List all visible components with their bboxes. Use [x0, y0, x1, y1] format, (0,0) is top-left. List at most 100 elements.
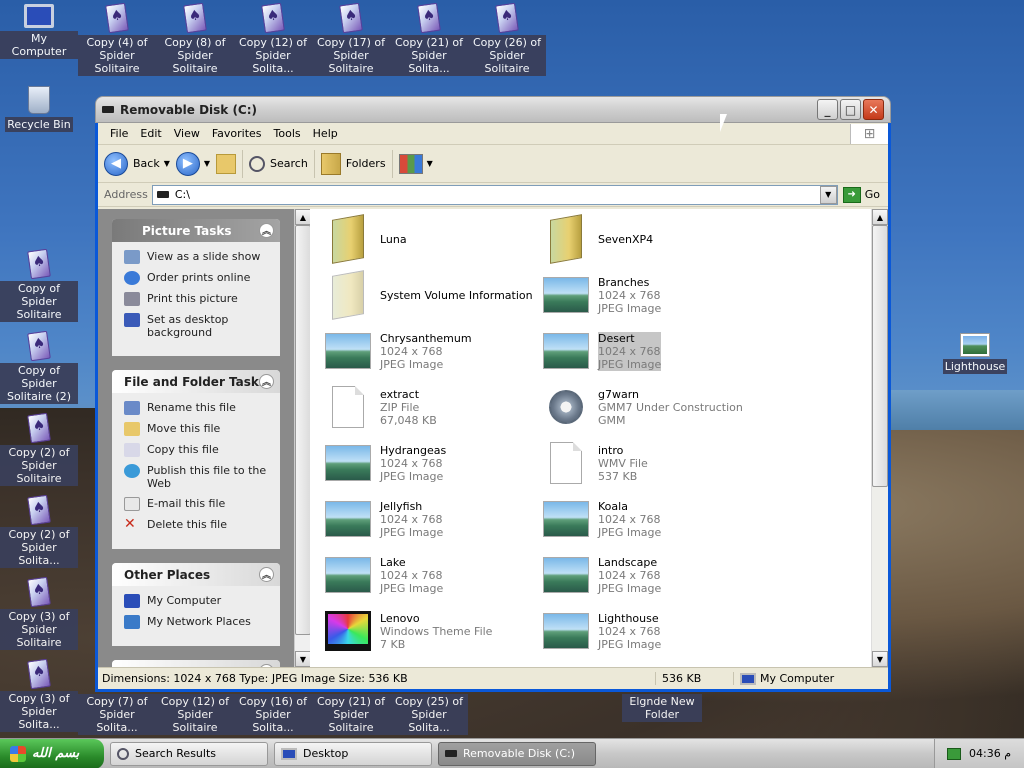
- safely-remove-hardware-icon[interactable]: [947, 747, 961, 760]
- file-item[interactable]: g7warn GMM7 Under Construction GMM: [542, 381, 752, 433]
- desktop-icon-lighthouse[interactable]: Lighthouse: [936, 334, 1014, 374]
- desktop-icon-recycle-bin[interactable]: Recycle Bin: [0, 86, 78, 132]
- views-icon[interactable]: [398, 153, 423, 174]
- back-button[interactable]: Back: [133, 157, 160, 170]
- scroll-down-arrow[interactable]: ▼: [295, 651, 311, 667]
- search-icon[interactable]: [249, 155, 266, 172]
- start-button[interactable]: بسم الله: [0, 738, 104, 768]
- file-icon-wrap: [542, 495, 590, 543]
- desktop-icon-spider-copy[interactable]: Copy (17) of Spider Solitaire: [312, 2, 390, 76]
- file-detail: ZIP File: [380, 400, 420, 414]
- menu-edit[interactable]: Edit: [134, 127, 167, 140]
- file-list-scrollbar[interactable]: ▲ ▼: [871, 209, 888, 667]
- scroll-thumb[interactable]: [872, 225, 888, 487]
- task-slideshow[interactable]: View as a slide show: [124, 250, 276, 264]
- file-item[interactable]: System Volume Information: [324, 269, 534, 321]
- views-dropdown-icon[interactable]: ▼: [427, 159, 433, 168]
- forward-arrow-icon[interactable]: ▶: [175, 151, 200, 176]
- taskbar-item-removable-disk[interactable]: Removable Disk (C:): [438, 741, 596, 766]
- task-move[interactable]: Move this file: [124, 422, 276, 436]
- file-item[interactable]: Desert 1024 x 768 JPEG Image: [542, 325, 752, 377]
- menu-favorites[interactable]: Favorites: [206, 127, 268, 140]
- other-places-header[interactable]: Other Places ︽: [112, 563, 280, 586]
- desktop-icon-spider-copy[interactable]: Copy (3) of Spider Solitaire: [0, 576, 78, 650]
- menu-help[interactable]: Help: [307, 127, 344, 140]
- menu-tools[interactable]: Tools: [268, 127, 307, 140]
- file-item[interactable]: intro WMV File 537 KB: [542, 437, 752, 489]
- desktop-icon-spider-copy[interactable]: Copy (12) of Spider Solita...: [234, 2, 312, 76]
- file-tasks-header[interactable]: File and Folder Tasks ︽: [112, 370, 280, 393]
- task-copy[interactable]: Copy this file: [124, 443, 276, 457]
- desktop-icon-spider-copy[interactable]: Copy (3) of Spider Solita...: [0, 658, 78, 732]
- desktop-icon-spider-copy[interactable]: Copy (2) of Spider Solita...: [0, 494, 78, 568]
- collapse-icon[interactable]: ︽: [259, 374, 274, 389]
- status-size: 536 KB: [655, 672, 733, 685]
- file-item[interactable]: Lighthouse 1024 x 768 JPEG Image: [542, 605, 752, 657]
- desktop-icon-spider-copy[interactable]: Copy (7) of Spider Solita...: [78, 694, 156, 735]
- collapse-icon[interactable]: ︽: [259, 223, 274, 238]
- back-dropdown-icon[interactable]: ▼: [164, 159, 170, 168]
- task-pane-scrollbar[interactable]: ▲ ▼: [294, 209, 311, 667]
- task-print-picture[interactable]: Print this picture: [124, 292, 276, 306]
- file-item[interactable]: Lenovo Windows Theme File 7 KB: [324, 605, 534, 657]
- folders-button[interactable]: Folders: [346, 157, 386, 170]
- task-delete[interactable]: ✕ Delete this file: [124, 517, 276, 532]
- file-item[interactable]: Hydrangeas 1024 x 768 JPEG Image: [324, 437, 534, 489]
- file-item[interactable]: Landscape 1024 x 768 JPEG Image: [542, 549, 752, 601]
- file-item[interactable]: Chrysanthemum 1024 x 768 JPEG Image: [324, 325, 534, 377]
- folders-icon[interactable]: [320, 152, 341, 175]
- desktop-icon-spider-copy[interactable]: Copy (16) of Spider Solita...: [234, 694, 312, 735]
- task-order-prints[interactable]: Order prints online: [124, 271, 276, 285]
- task-publish[interactable]: Publish this file to the Web: [124, 464, 276, 490]
- file-item[interactable]: Jellyfish 1024 x 768 JPEG Image: [324, 493, 534, 545]
- maximize-button[interactable]: □: [840, 99, 861, 120]
- scroll-down-arrow[interactable]: ▼: [872, 651, 888, 667]
- desktop-icon-spider-copy[interactable]: Copy (25) of Spider Solita...: [390, 694, 468, 735]
- scroll-thumb[interactable]: [295, 225, 311, 635]
- desktop-icon-spider-copy[interactable]: Copy of Spider Solitaire: [0, 248, 78, 322]
- taskbar-item-desktop[interactable]: Desktop: [274, 741, 432, 766]
- details-header[interactable]: ︾: [112, 660, 280, 667]
- desktop-icon-spider-copy[interactable]: Copy (21) of Spider Solitaire: [312, 694, 390, 735]
- file-item[interactable]: SevenXP4: [542, 213, 752, 265]
- desktop-icon-spider-copy[interactable]: Copy (4) of Spider Solitaire: [78, 2, 156, 76]
- go-button[interactable]: ➜ Go: [839, 186, 888, 203]
- close-button[interactable]: ✕: [863, 99, 884, 120]
- desktop-icon-spider-copy[interactable]: Copy (26) of Spider Solitaire: [468, 2, 546, 76]
- picture-tasks-header[interactable]: Picture Tasks ︽: [112, 219, 280, 242]
- file-icon-wrap: [542, 214, 590, 264]
- desktop-icon-my-computer[interactable]: My Computer: [0, 4, 78, 59]
- file-item[interactable]: Koala 1024 x 768 JPEG Image: [542, 493, 752, 545]
- taskbar-item-search-results[interactable]: Search Results: [110, 741, 268, 766]
- task-email[interactable]: E-mail this file: [124, 497, 276, 511]
- task-set-background[interactable]: Set as desktop background: [124, 313, 276, 339]
- file-item[interactable]: Luna: [324, 213, 534, 265]
- task-rename[interactable]: Rename this file: [124, 401, 276, 415]
- desktop-icon-spider-copy[interactable]: Copy (8) of Spider Solitaire: [156, 2, 234, 76]
- scroll-up-arrow[interactable]: ▲: [872, 209, 888, 225]
- desktop-icon-spider-copy[interactable]: Copy of Spider Solitaire (2): [0, 330, 78, 404]
- menu-file[interactable]: File: [104, 127, 134, 140]
- file-item[interactable]: Branches 1024 x 768 JPEG Image: [542, 269, 752, 321]
- title-bar[interactable]: Removable Disk (C:) _ □ ✕: [95, 96, 891, 123]
- search-button[interactable]: Search: [270, 157, 308, 170]
- desktop-icon-spider-copy[interactable]: Copy (21) of Spider Solita...: [390, 2, 468, 76]
- scroll-up-arrow[interactable]: ▲: [295, 209, 311, 225]
- forward-dropdown-icon[interactable]: ▼: [204, 159, 210, 168]
- back-arrow-icon[interactable]: ◀: [104, 151, 128, 176]
- desktop-icon-spider-copy[interactable]: Copy (2) of Spider Solitaire: [0, 412, 78, 486]
- address-dropdown-icon[interactable]: ▼: [819, 185, 837, 204]
- place-my-computer[interactable]: My Computer: [124, 594, 276, 608]
- clock[interactable]: 04:36 م: [969, 747, 1011, 760]
- desktop-icon-spider-copy[interactable]: Copy (12) of Spider Solitaire: [156, 694, 234, 735]
- file-icon-wrap: [324, 495, 372, 543]
- minimize-button[interactable]: _: [817, 99, 838, 120]
- up-folder-icon[interactable]: [216, 153, 237, 174]
- address-input[interactable]: C:\: [151, 184, 838, 205]
- collapse-icon[interactable]: ︽: [259, 567, 274, 582]
- desktop-icon-new-folder[interactable]: Elgnde New Folder: [622, 694, 702, 722]
- file-item[interactable]: extract ZIP File 67,048 KB: [324, 381, 534, 433]
- menu-view[interactable]: View: [168, 127, 206, 140]
- file-item[interactable]: Lake 1024 x 768 JPEG Image: [324, 549, 534, 601]
- place-network[interactable]: My Network Places: [124, 615, 276, 629]
